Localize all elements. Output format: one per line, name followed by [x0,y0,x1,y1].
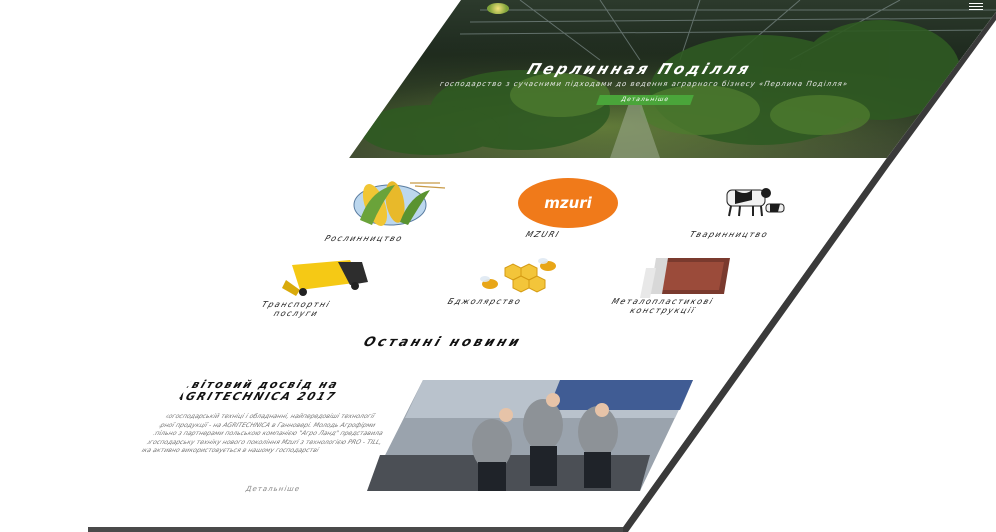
truck-icon[interactable] [282,260,368,296]
category-label-line1: Транспортні [260,300,332,309]
bee-icon[interactable] [480,258,556,293]
category-crops[interactable]: Рослинництво [323,234,405,243]
window-frame-icon[interactable] [640,258,730,298]
mzuri-logo[interactable]: mzuri [518,178,618,228]
category-windows[interactable]: Металопластикові конструкції [610,297,716,315]
news-read-more-link[interactable]: Детальніше [245,485,302,493]
category-label: Тваринництво [688,230,770,239]
latest-news-heading: Останні новини [361,335,525,350]
category-livestock[interactable]: Тваринництво [688,230,770,239]
corn-icon[interactable] [353,180,446,229]
category-label-line1: Металопластикові [610,297,716,306]
category-label-line2: послуги [272,309,320,318]
category-beekeeping[interactable]: Бджолярство [446,297,523,306]
category-label: Бджолярство [446,297,523,306]
category-label: Рослинництво [323,234,405,243]
category-mzuri[interactable]: MZURI [524,230,562,239]
news-photo[interactable] [367,380,693,491]
category-label-line2: конструкції [628,306,697,315]
category-label: MZURI [524,230,562,239]
mzuri-logo-text: mzuri [544,194,592,212]
perspective-stage: Перлинная Поділля господарство з сучасни… [0,0,996,532]
cow-icon[interactable] [726,188,785,217]
category-transport[interactable]: Транспортні послуги [260,300,332,318]
